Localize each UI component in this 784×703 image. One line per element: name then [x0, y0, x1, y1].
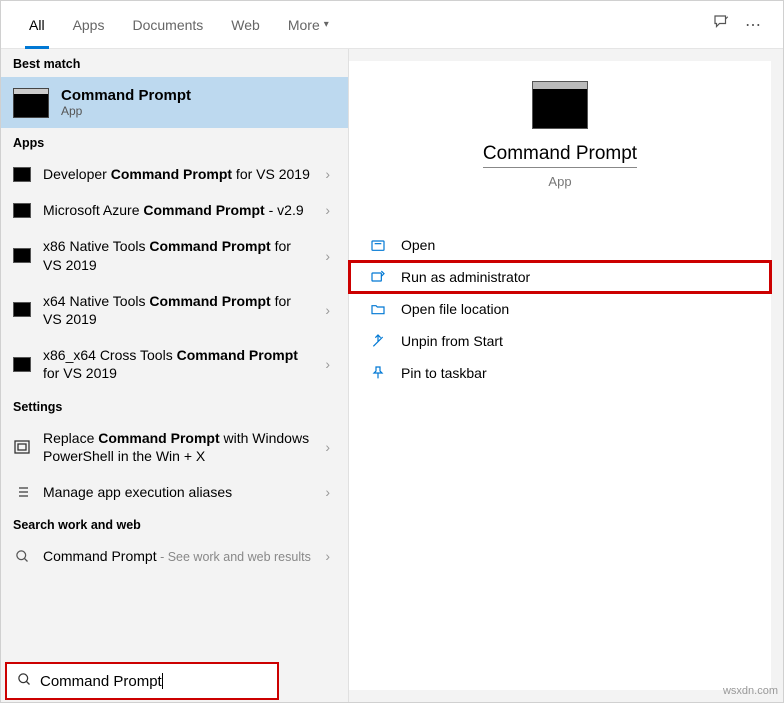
- action-open[interactable]: Open: [349, 229, 771, 261]
- open-icon: [367, 237, 389, 253]
- unpin-icon: [367, 333, 389, 349]
- chevron-right-icon[interactable]: ›: [319, 248, 336, 264]
- action-pin-to-taskbar[interactable]: Pin to taskbar: [349, 357, 771, 389]
- app-result-item[interactable]: x86_x64 Cross Tools Command Prompt for V…: [1, 337, 348, 391]
- pin-icon: [367, 365, 389, 381]
- settings-result-item[interactable]: Manage app execution aliases ›: [1, 474, 348, 510]
- search-icon: [13, 549, 31, 564]
- command-prompt-icon: [13, 167, 31, 182]
- chevron-right-icon[interactable]: ›: [319, 356, 336, 372]
- chevron-down-icon: ▾: [324, 19, 329, 30]
- section-best-match: Best match: [1, 49, 348, 77]
- app-result-item[interactable]: x86 Native Tools Command Prompt for VS 2…: [1, 228, 348, 282]
- tab-apps[interactable]: Apps: [59, 1, 119, 49]
- action-run-as-administrator[interactable]: Run as administrator: [349, 261, 771, 293]
- web-result-item[interactable]: Command Prompt - See work and web result…: [1, 538, 348, 574]
- search-icon: [17, 672, 32, 691]
- chevron-right-icon[interactable]: ›: [319, 439, 336, 455]
- search-input-value: Command Prompt: [40, 673, 162, 690]
- command-prompt-icon: [13, 302, 31, 317]
- preview-panel: Command Prompt App Open Run as administr…: [349, 61, 771, 690]
- best-match-item[interactable]: Command Prompt App: [1, 77, 348, 128]
- more-options-icon[interactable]: ⋯: [737, 15, 769, 35]
- app-result-item[interactable]: Developer Command Prompt for VS 2019 ›: [1, 156, 348, 192]
- preview-subtitle: App: [349, 174, 771, 189]
- results-panel: Best match Command Prompt App Apps Devel…: [1, 49, 349, 702]
- tab-documents[interactable]: Documents: [118, 1, 217, 49]
- replace-icon: [13, 439, 31, 454]
- section-settings: Settings: [1, 392, 348, 420]
- chevron-right-icon[interactable]: ›: [319, 484, 336, 500]
- admin-icon: [367, 269, 389, 285]
- action-open-file-location[interactable]: Open file location: [349, 293, 771, 325]
- watermark: wsxdn.com: [723, 685, 778, 697]
- command-prompt-icon: [13, 88, 49, 118]
- app-result-item[interactable]: x64 Native Tools Command Prompt for VS 2…: [1, 283, 348, 337]
- tab-all[interactable]: All: [15, 1, 59, 49]
- action-unpin-from-start[interactable]: Unpin from Start: [349, 325, 771, 357]
- command-prompt-icon: [13, 203, 31, 218]
- section-apps: Apps: [1, 128, 348, 156]
- best-match-subtitle: App: [61, 104, 191, 118]
- chevron-right-icon[interactable]: ›: [319, 548, 336, 564]
- command-prompt-icon: [13, 357, 31, 372]
- list-icon: [13, 484, 31, 499]
- command-prompt-icon: [13, 248, 31, 263]
- chevron-right-icon[interactable]: ›: [319, 202, 336, 218]
- section-search-work-web: Search work and web: [1, 510, 348, 538]
- best-match-title: Command Prompt: [61, 87, 191, 104]
- chevron-right-icon[interactable]: ›: [319, 302, 336, 318]
- search-bar: Command Prompt: [1, 662, 279, 700]
- settings-result-item[interactable]: Replace Command Prompt with Windows Powe…: [1, 420, 348, 474]
- app-result-item[interactable]: Microsoft Azure Command Prompt - v2.9 ›: [1, 192, 348, 228]
- filter-tabs: All Apps Documents Web More▾ ⋯: [1, 1, 783, 49]
- chevron-right-icon[interactable]: ›: [319, 166, 336, 182]
- text-cursor: [162, 673, 163, 689]
- search-input[interactable]: Command Prompt: [5, 662, 279, 700]
- command-prompt-icon: [532, 81, 588, 129]
- tab-more[interactable]: More▾: [274, 1, 343, 49]
- feedback-icon[interactable]: [705, 13, 737, 36]
- preview-title[interactable]: Command Prompt: [483, 143, 637, 168]
- folder-icon: [367, 301, 389, 317]
- tab-web[interactable]: Web: [217, 1, 274, 49]
